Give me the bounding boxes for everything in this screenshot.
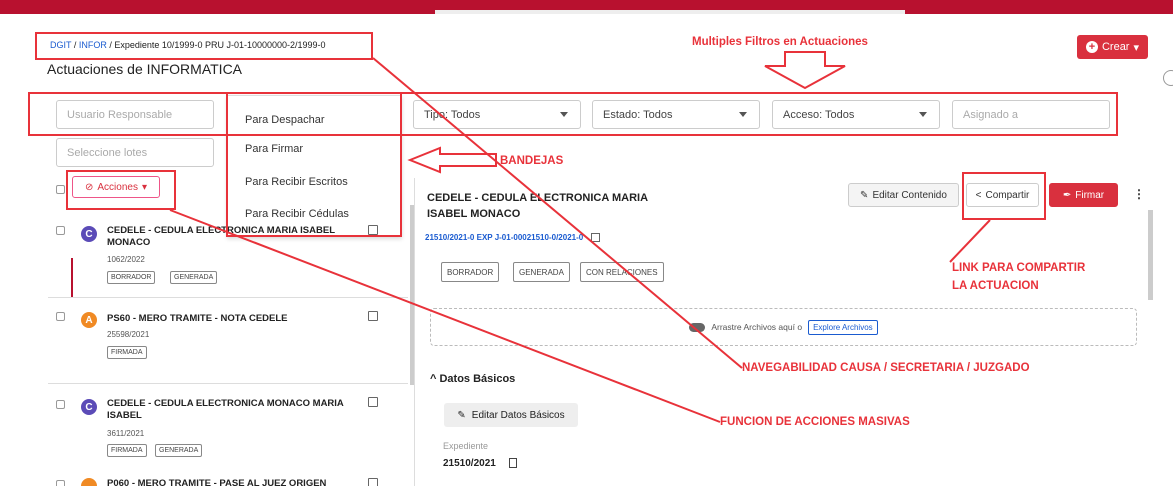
editar-datos-button[interactable]: ✎ Editar Datos Básicos	[444, 403, 578, 427]
list-item-title[interactable]: CEDELE - CEDULA ELECTRONICA MONACO MARIA…	[107, 398, 347, 422]
select-all-checkbox[interactable]	[56, 185, 65, 194]
list-item-title[interactable]: P060 - MERO TRAMITE - PASE AL JUEZ ORIGE…	[107, 478, 347, 486]
expediente-label: Expediente	[443, 441, 489, 451]
annotation-box-compartir	[962, 172, 1046, 220]
file-dropzone[interactable]: Arrastre Archivos aquí o Explore Archivo…	[430, 308, 1137, 346]
status-badge: GENERADA	[513, 262, 570, 282]
left-arrow-shape	[407, 146, 497, 174]
item-checkbox[interactable]	[56, 480, 65, 486]
annotation-box-filters	[28, 92, 1118, 136]
top-bar	[0, 0, 1173, 14]
status-badge: FIRMADA	[107, 444, 147, 457]
firmar-button[interactable]: ✒ Firmar	[1049, 183, 1118, 207]
annotation-multiples-filtros: Multiples Filtros en Actuaciones	[692, 36, 868, 48]
item-checkbox[interactable]	[56, 312, 65, 321]
side-toggle-icon[interactable]	[1163, 70, 1173, 86]
explore-files-button[interactable]: Explore Archivos	[808, 319, 878, 335]
expediente-link-text: 21510/2021-0 EXP J-01-00021510-0/2021-0	[425, 233, 584, 242]
upload-text: Arrastre Archivos aquí o	[711, 322, 803, 332]
list-item-title[interactable]: PS60 - MERO TRAMITE - NOTA CEDELE	[107, 313, 347, 325]
down-arrow-shape	[764, 51, 846, 90]
annotation-navegabilidad: NAVEGABILIDAD CAUSA / SECRETARIA / JUZGA…	[742, 362, 1030, 374]
firmar-label: Firmar	[1075, 189, 1105, 201]
external-link-icon[interactable]	[368, 478, 378, 486]
pencil-icon: ✎	[457, 409, 466, 421]
selected-item-indicator	[71, 258, 73, 298]
annotation-link-compartir-1: LINK PARA COMPARTIR	[952, 262, 1086, 274]
annotation-box-bandejas	[226, 92, 402, 237]
annotation-link-compartir-2: LA ACTUACION	[952, 280, 1039, 292]
plus-icon: +	[1085, 41, 1098, 53]
section-title: Datos Básicos	[439, 373, 516, 385]
more-options-icon[interactable]: ⋮	[1133, 187, 1145, 201]
pen-icon: ✒	[1062, 189, 1072, 201]
editar-datos-label: Editar Datos Básicos	[471, 409, 565, 421]
annotation-box-acciones	[66, 170, 176, 210]
list-item-number: 25598/2021	[107, 330, 150, 339]
annotation-acciones-masivas: FUNCION DE ACCIONES MASIVAS	[720, 416, 910, 428]
status-badge: BORRADOR	[107, 271, 156, 284]
external-link-icon	[591, 233, 601, 243]
detail-scrollbar[interactable]	[1148, 210, 1153, 300]
avatar	[81, 478, 97, 486]
expediente-link[interactable]: 21510/2021-0 EXP J-01-00021510-0/2021-0	[425, 233, 601, 243]
cloud-upload-icon	[689, 322, 706, 332]
status-badge: GENERADA	[155, 444, 203, 457]
crear-label: Crear	[1101, 41, 1130, 53]
external-link-icon[interactable]	[368, 397, 378, 407]
divider	[48, 383, 408, 384]
status-badge: BORRADOR	[441, 262, 500, 282]
item-checkbox[interactable]	[56, 226, 65, 235]
annotation-box-breadcrumb	[35, 32, 373, 60]
annotation-bandejas: BANDEJAS	[500, 155, 564, 167]
status-badge: FIRMADA	[107, 346, 147, 359]
status-badge: GENERADA	[170, 271, 218, 284]
caret-down-icon: ▾	[1133, 41, 1140, 54]
copy-icon[interactable]	[508, 458, 517, 469]
avatar: C	[81, 399, 97, 415]
editar-contenido-label: Editar Contenido	[872, 189, 947, 201]
datos-basicos-section[interactable]: ^ Datos Básicos	[430, 373, 515, 385]
avatar: A	[81, 312, 97, 328]
divider	[48, 297, 408, 298]
pencil-icon: ✎	[860, 189, 869, 201]
detail-title: CEDELE - CEDULA ELECTRONICA MARIA ISABEL…	[427, 192, 648, 220]
status-badge: CON RELACIONES	[580, 262, 664, 282]
avatar: C	[81, 226, 97, 242]
lotes-select[interactable]: Seleccione lotes	[56, 138, 214, 167]
list-item-number: 1062/2022	[107, 255, 145, 264]
list-item-number: 3611/2021	[107, 429, 145, 438]
editar-contenido-button[interactable]: ✎ Editar Contenido	[848, 183, 959, 207]
item-checkbox[interactable]	[56, 400, 65, 409]
external-link-icon[interactable]	[368, 311, 378, 321]
top-tab-strip	[435, 10, 905, 14]
page-title: Actuaciones de INFORMATICA	[47, 61, 243, 77]
expediente-value-text: 21510/2021	[443, 458, 496, 469]
expediente-value: 21510/2021	[443, 458, 517, 469]
crear-button[interactable]: + Crear ▾	[1077, 35, 1148, 59]
